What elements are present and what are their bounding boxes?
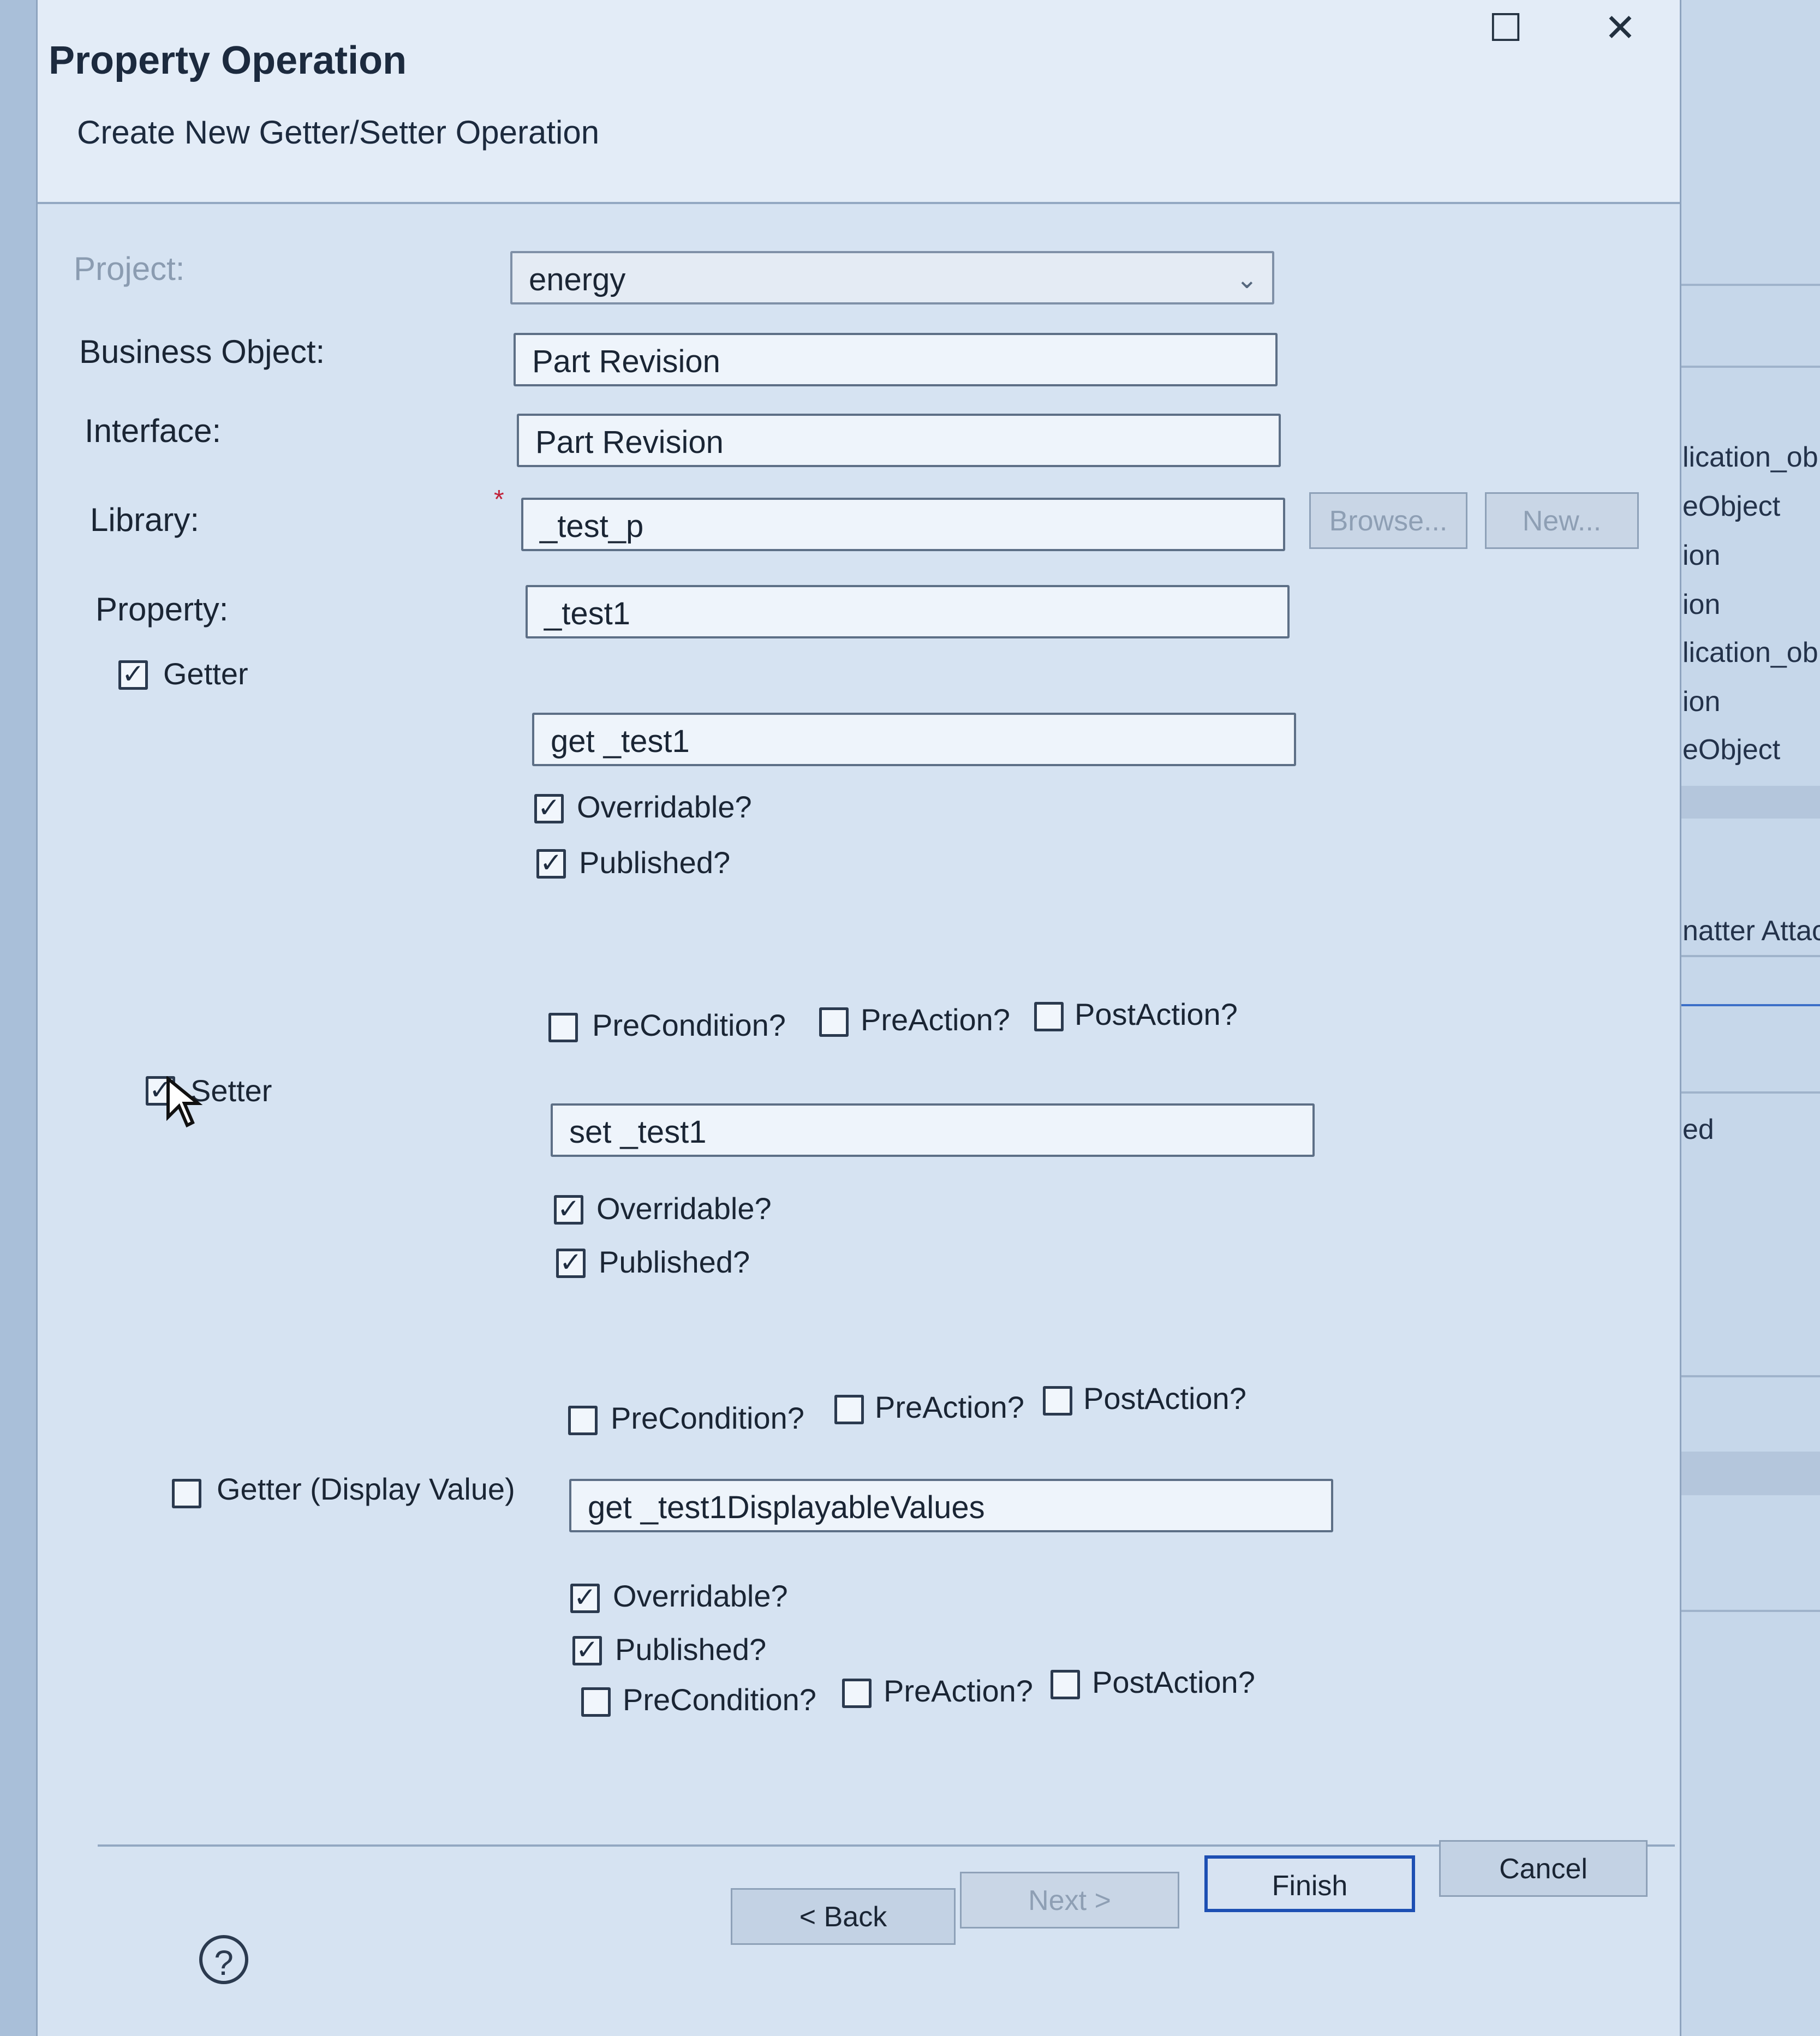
background-item: lication_ob	[1682, 637, 1818, 668]
close-button[interactable]: ✕	[1593, 3, 1648, 52]
footer-separator	[98, 1844, 1675, 1847]
chevron-down-icon[interactable]: ⌄	[1236, 253, 1258, 307]
getter-display-checkbox[interactable]	[172, 1479, 201, 1508]
background-item: lication_ob	[1682, 441, 1818, 473]
getter-published-checkbox[interactable]: ✓	[536, 849, 566, 879]
background-item: eObject	[1682, 491, 1781, 522]
setter-precondition-checkbox[interactable]	[568, 1406, 598, 1435]
getter-display-overridable-label: Overridable?	[613, 1579, 788, 1613]
property-label: Property:	[96, 591, 229, 628]
next-button[interactable]: Next >	[960, 1872, 1179, 1928]
project-value: energy	[529, 262, 626, 297]
help-icon[interactable]: ?	[199, 1935, 248, 1984]
background-window-edge	[0, 0, 36, 2036]
background-item: ion	[1682, 540, 1721, 571]
setter-postaction-checkbox[interactable]	[1043, 1386, 1072, 1416]
setter-preaction-label: PreAction?	[875, 1390, 1024, 1424]
business-object-label: Business Object:	[79, 333, 325, 370]
property-field[interactable]: _test1	[526, 585, 1290, 638]
property-operation-dialog: Property Operation Create New Getter/Set…	[36, 0, 1681, 2036]
getter-display-precondition-label: PreCondition?	[623, 1682, 816, 1717]
background-panel: lication_ob eObject ion ion lication_ob …	[1678, 0, 1820, 2036]
back-button[interactable]: < Back	[731, 1888, 956, 1945]
getter-preaction-label: PreAction?	[861, 1002, 1010, 1037]
getter-display-postaction-checkbox[interactable]	[1051, 1670, 1080, 1699]
getter-display-postaction-label: PostAction?	[1092, 1665, 1255, 1699]
getter-precondition-label: PreCondition?	[592, 1008, 786, 1042]
getter-published-label: Published?	[579, 845, 731, 880]
background-item: natter Attac	[1682, 915, 1820, 947]
setter-published-checkbox[interactable]: ✓	[556, 1249, 586, 1278]
getter-display-published-checkbox[interactable]: ✓	[572, 1636, 602, 1665]
background-item: ion	[1682, 686, 1721, 718]
getter-name-field[interactable]: get _test1	[532, 713, 1296, 766]
getter-overridable-checkbox[interactable]: ✓	[534, 794, 564, 823]
setter-preaction-checkbox[interactable]	[834, 1395, 864, 1424]
cancel-button[interactable]: Cancel	[1439, 1840, 1648, 1897]
browse-button[interactable]: Browse...	[1309, 492, 1467, 549]
getter-precondition-checkbox[interactable]	[548, 1013, 578, 1042]
getter-overridable-label: Overridable?	[577, 790, 752, 824]
setter-overridable-label: Overridable?	[596, 1191, 772, 1226]
background-item: ed	[1682, 1114, 1714, 1145]
project-combo[interactable]: energy ⌄	[510, 251, 1274, 304]
maximize-button[interactable]: ☐	[1478, 3, 1533, 52]
getter-checkbox[interactable]: ✓	[118, 660, 148, 690]
getter-label: Getter	[163, 656, 248, 691]
setter-published-label: Published?	[599, 1245, 750, 1279]
business-object-field[interactable]: Part Revision	[514, 333, 1278, 386]
setter-name-field[interactable]: set _test1	[551, 1103, 1315, 1157]
getter-display-published-label: Published?	[615, 1632, 767, 1667]
setter-precondition-label: PreCondition?	[611, 1401, 804, 1435]
finish-button[interactable]: Finish	[1204, 1855, 1415, 1912]
getter-display-overridable-checkbox[interactable]: ✓	[570, 1584, 600, 1613]
new-button[interactable]: New...	[1485, 492, 1639, 549]
getter-postaction-label: PostAction?	[1075, 997, 1238, 1031]
background-item: eObject	[1682, 734, 1781, 766]
dialog-header: Property Operation Create New Getter/Set…	[38, 0, 1680, 204]
setter-postaction-label: PostAction?	[1083, 1381, 1246, 1416]
getter-display-label: Getter (Display Value)	[217, 1472, 515, 1506]
interface-label: Interface:	[85, 413, 222, 449]
dialog-title: Property Operation	[49, 39, 407, 82]
getter-display-preaction-checkbox[interactable]	[842, 1679, 872, 1708]
setter-overridable-checkbox[interactable]: ✓	[554, 1195, 583, 1225]
getter-preaction-checkbox[interactable]	[819, 1007, 849, 1037]
getter-display-name-field[interactable]: get _test1DisplayableValues	[569, 1479, 1333, 1532]
getter-display-preaction-label: PreAction?	[884, 1674, 1033, 1708]
library-label: Library:	[90, 501, 200, 538]
mouse-cursor-icon	[166, 1076, 203, 1128]
library-field[interactable]: _test_p	[521, 498, 1285, 551]
getter-display-precondition-checkbox[interactable]	[581, 1687, 611, 1717]
required-marker: *	[494, 485, 504, 514]
dialog-subtitle: Create New Getter/Setter Operation	[77, 114, 600, 151]
interface-field[interactable]: Part Revision	[517, 414, 1281, 467]
background-item: ion	[1682, 589, 1721, 620]
project-label: Project:	[74, 250, 185, 287]
getter-postaction-checkbox[interactable]	[1034, 1002, 1064, 1031]
